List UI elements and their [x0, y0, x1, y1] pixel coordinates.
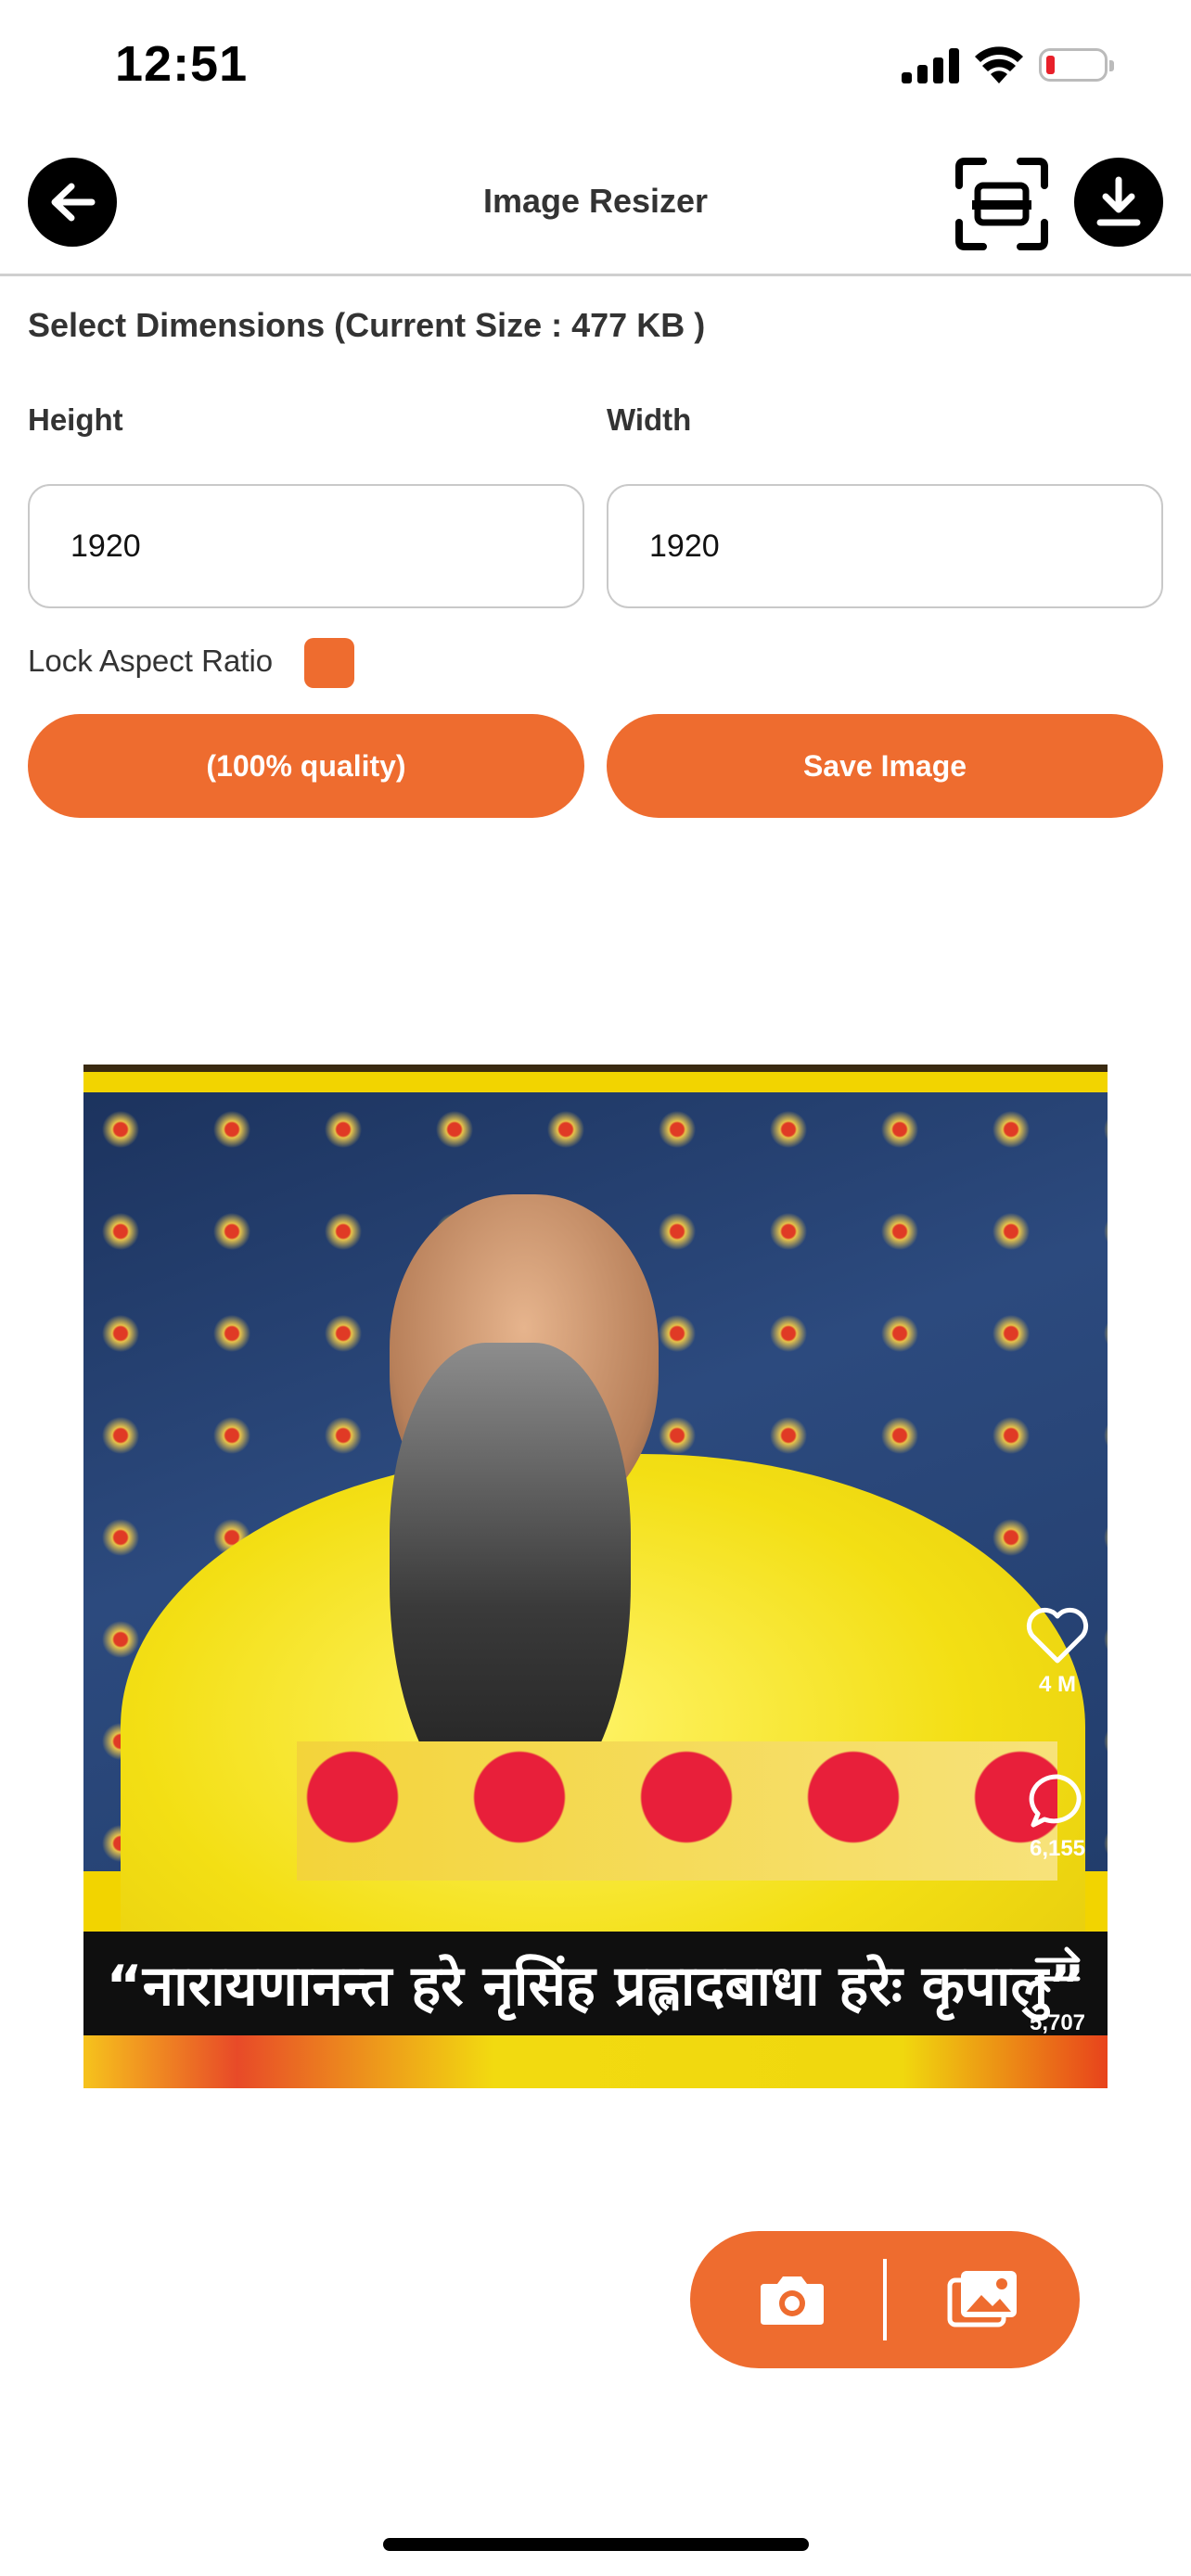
- camera-button[interactable]: [727, 2253, 857, 2346]
- download-icon: [1096, 176, 1141, 226]
- flower-garland: [297, 1741, 1057, 1881]
- share-count: 5,707: [1029, 2010, 1086, 2035]
- heart-icon: [1026, 1607, 1089, 1664]
- gallery-button[interactable]: [909, 2253, 1057, 2346]
- lock-aspect-ratio-label: Lock Aspect Ratio: [28, 644, 274, 678]
- wifi-icon: [974, 43, 1024, 85]
- comment-stat: 6,155: [1011, 1771, 1104, 1862]
- battery-icon: [1039, 48, 1114, 82]
- share-stat: 5,707: [1011, 1936, 1104, 2036]
- height-label: Height: [28, 402, 123, 437]
- comment-count: 6,155: [1029, 1836, 1086, 1861]
- scan-button[interactable]: [954, 156, 1050, 252]
- like-stat: 4 M: [1011, 1607, 1104, 1698]
- camera-icon: [761, 2276, 824, 2325]
- cellular-signal-icon: [902, 48, 959, 83]
- quality-button[interactable]: (100% quality): [28, 714, 584, 818]
- width-input[interactable]: 1920: [607, 484, 1163, 608]
- home-indicator: [383, 2538, 809, 2551]
- gallery-icon: [947, 2271, 1017, 2327]
- width-label: Width: [607, 402, 692, 437]
- like-count: 4 M: [1038, 1672, 1076, 1697]
- preview-caption: “नारायणानन्त हरे नृसिंह प्रह्लादबाधा हरे…: [83, 1932, 1108, 2035]
- image-source-pill: [690, 2231, 1080, 2368]
- status-time: 12:51: [115, 36, 249, 92]
- dimensions-section-label: Select Dimensions (Current Size : 477 KB…: [28, 306, 706, 344]
- save-image-button[interactable]: Save Image: [607, 714, 1163, 818]
- scan-icon: [955, 158, 1048, 250]
- download-button[interactable]: [1074, 158, 1163, 247]
- lock-aspect-ratio-checkbox[interactable]: [304, 638, 354, 688]
- image-preview: “नारायणानन्त हरे नृसिंह प्रह्लादबाधा हरे…: [83, 1065, 1108, 2088]
- comment-icon: [1029, 1774, 1082, 1828]
- share-icon: [1034, 1946, 1081, 1993]
- height-input[interactable]: 1920: [28, 484, 584, 608]
